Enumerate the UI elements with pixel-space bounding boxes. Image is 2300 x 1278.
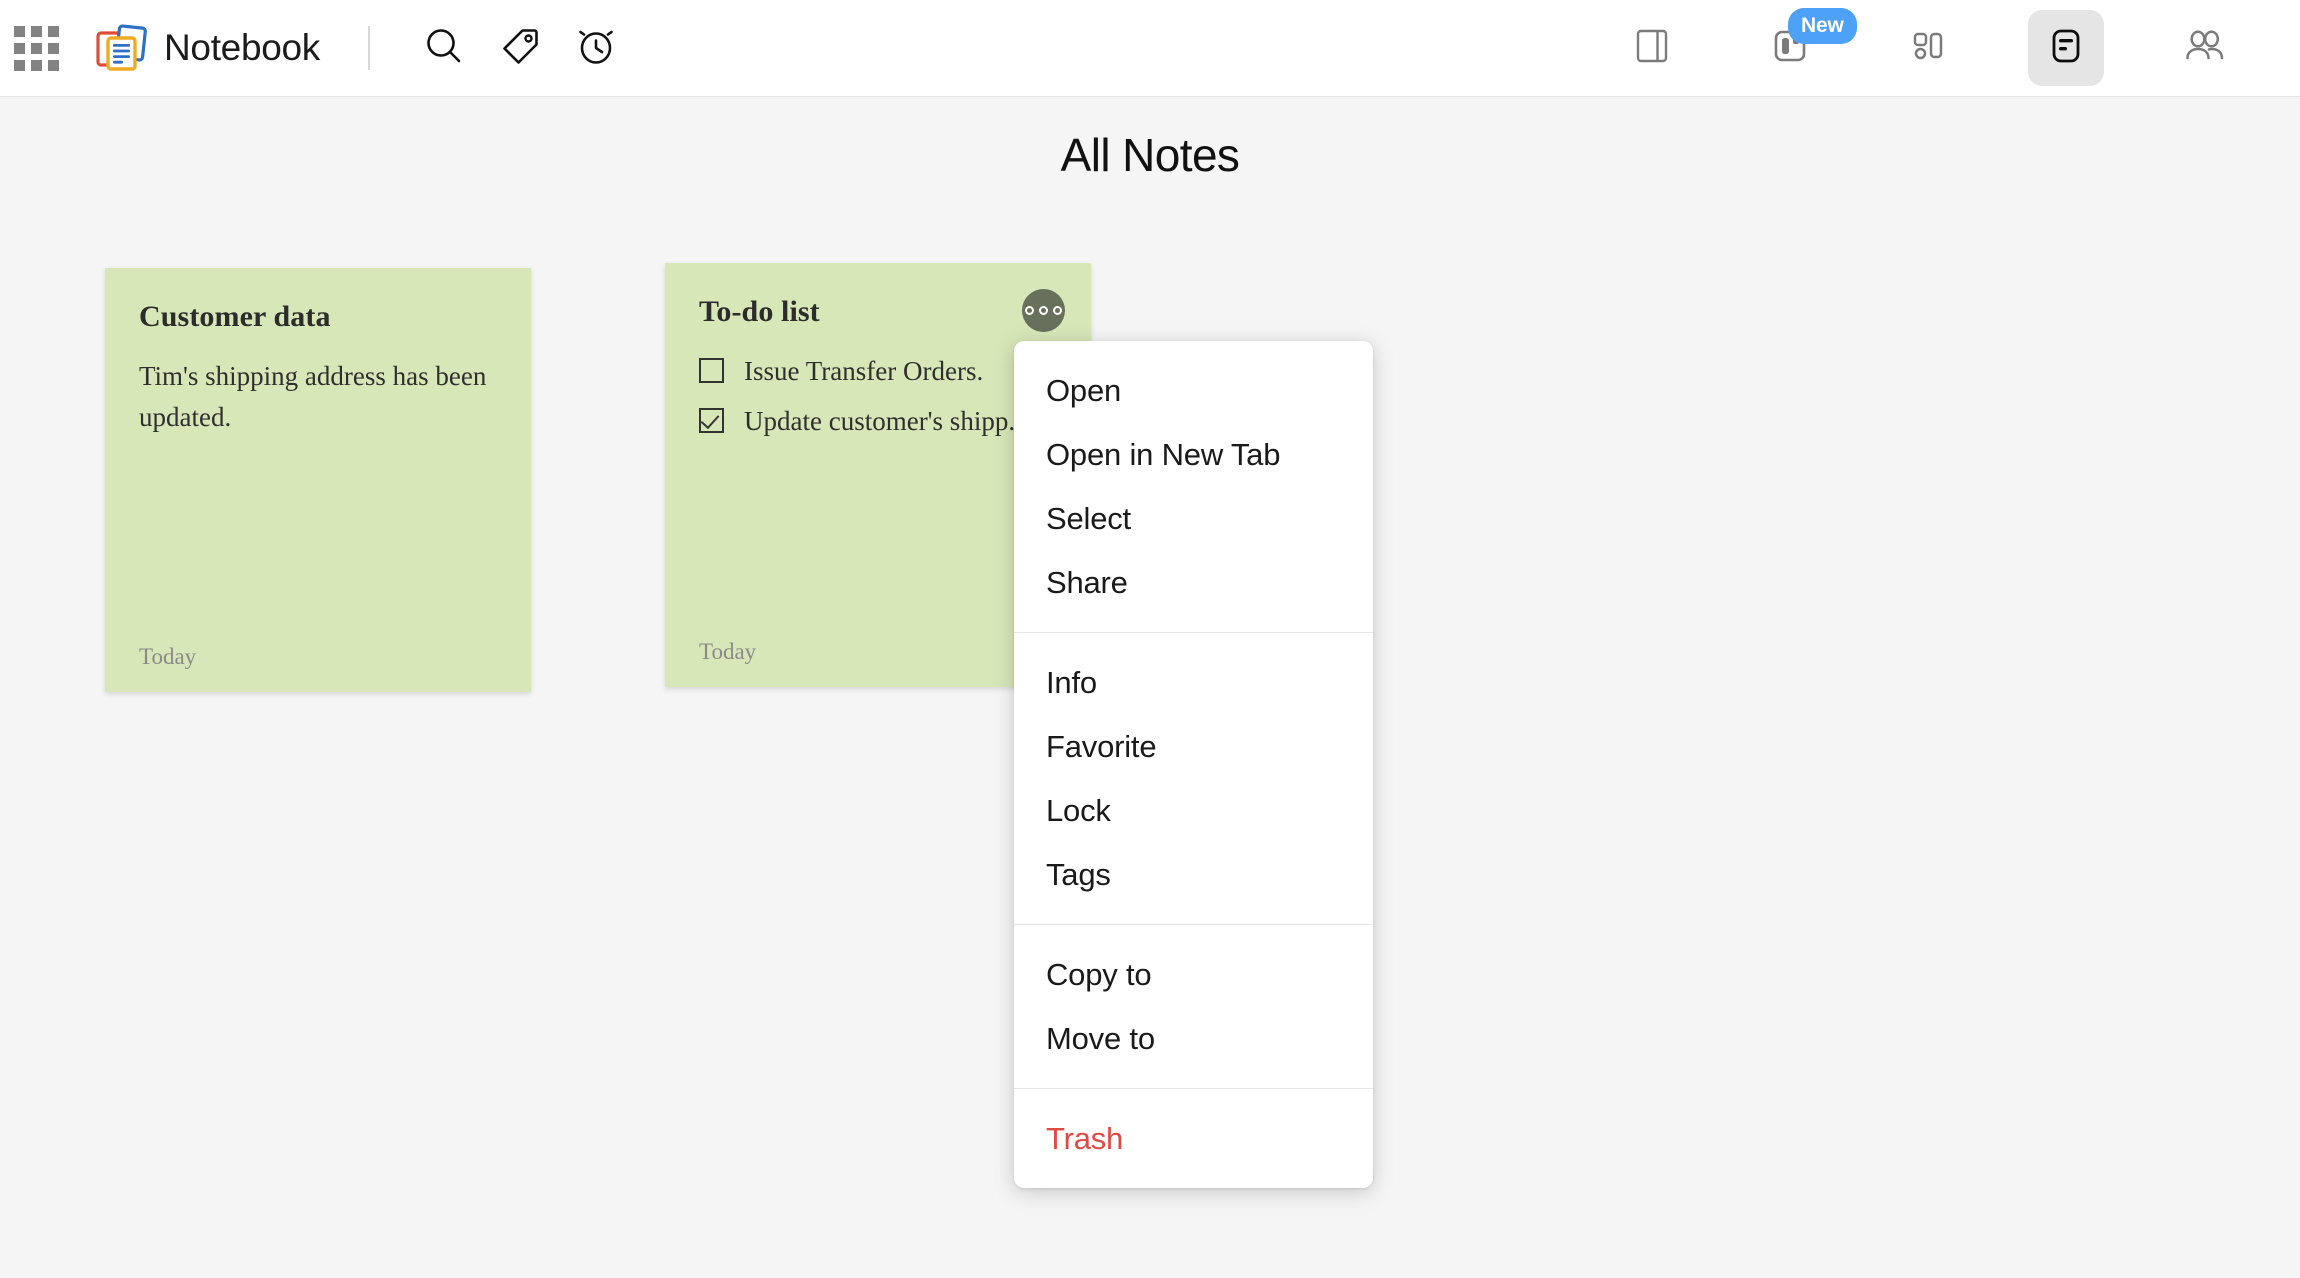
note-date: Today [699,639,756,665]
context-menu-group: Trash [1014,1088,1373,1188]
new-badge: New [1788,8,1857,44]
board-view-button[interactable] [1890,10,1966,86]
toolbar-divider [368,26,370,70]
reminders-button[interactable] [558,10,634,86]
context-menu-group: Copy to Move to [1014,924,1373,1088]
sidebar-view-button[interactable]: New [1752,10,1828,86]
dot-icon [1039,306,1048,315]
menu-item-lock[interactable]: Lock [1014,779,1373,843]
note-title: Customer data [139,300,499,334]
tags-button[interactable] [482,10,558,86]
split-view-button[interactable] [1614,10,1690,86]
search-icon [422,24,466,73]
brand[interactable]: Notebook [94,21,320,75]
card-view-button[interactable] [2028,10,2104,86]
context-menu-group: Open Open in New Tab Select Share [1014,341,1373,632]
search-button[interactable] [406,10,482,86]
people-icon [2181,23,2227,74]
alarm-clock-icon [574,24,618,73]
dot-icon [1025,306,1034,315]
card-view-icon [2045,25,2087,72]
split-panel-icon [1631,25,1673,72]
note-date: Today [139,644,196,670]
menu-item-select[interactable]: Select [1014,487,1373,551]
note-title: To-do list [699,295,1059,329]
collaborators-button[interactable] [2166,10,2242,86]
tag-icon [498,24,542,73]
checklist-label: Issue Transfer Orders. [744,351,983,392]
menu-item-tags[interactable]: Tags [1014,843,1373,907]
note-more-options-button[interactable] [1022,289,1065,332]
menu-item-move-to[interactable]: Move to [1014,1007,1373,1071]
menu-item-copy-to[interactable]: Copy to [1014,943,1373,1007]
checklist-item[interactable]: Update customer's shipp. [699,401,1059,442]
menu-item-share[interactable]: Share [1014,551,1373,615]
toolbar-left-group: Notebook [0,0,634,96]
grid-apps-glyph [14,26,59,71]
menu-item-info[interactable]: Info [1014,651,1373,715]
page-title: All Notes [0,128,2300,182]
brand-name: Notebook [164,27,320,69]
checkbox-unchecked-icon[interactable] [699,358,724,383]
notebook-logo-icon [94,21,148,75]
grid-apps-icon[interactable] [0,0,72,96]
menu-item-open-in-new-tab[interactable]: Open in New Tab [1014,423,1373,487]
note-context-menu: Open Open in New Tab Select Share Info F… [1014,341,1373,1188]
toolbar-right-group: New [1552,0,2300,96]
dot-icon [1053,306,1062,315]
checklist-label: Update customer's shipp. [744,401,1015,442]
menu-item-favorite[interactable]: Favorite [1014,715,1373,779]
board-view-icon [1907,25,1949,72]
note-body: Tim's shipping address has been updated. [139,356,499,438]
note-card[interactable]: Customer data Tim's shipping address has… [105,268,531,692]
menu-item-trash[interactable]: Trash [1014,1107,1373,1171]
checklist-item[interactable]: Issue Transfer Orders. [699,351,1059,392]
top-toolbar: Notebook [0,0,2300,97]
checkbox-checked-icon[interactable] [699,408,724,433]
context-menu-group: Info Favorite Lock Tags [1014,632,1373,924]
menu-item-open[interactable]: Open [1014,359,1373,423]
